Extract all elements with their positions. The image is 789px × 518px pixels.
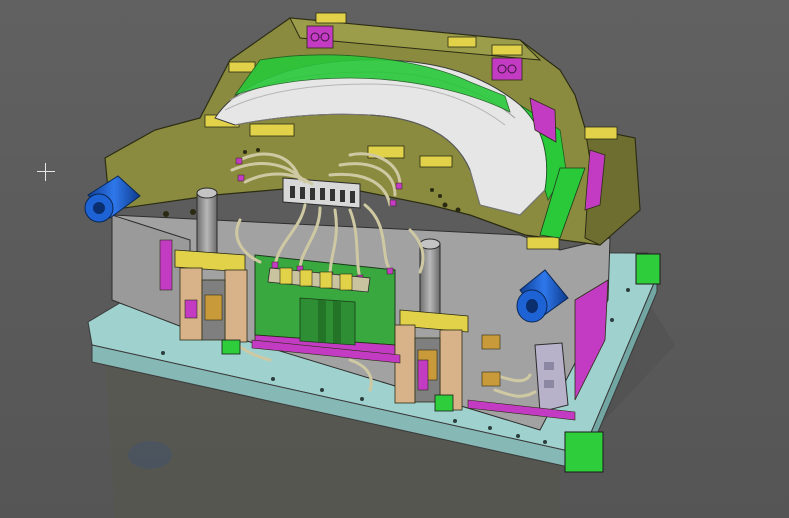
right-actuator-assembly[interactable]	[394, 309, 469, 412]
crosshair-cursor-icon	[37, 163, 55, 181]
corner-block[interactable]	[564, 431, 604, 473]
corner-block[interactable]	[635, 253, 661, 285]
mold-model-render[interactable]	[0, 0, 789, 518]
3d-viewport[interactable]	[0, 0, 789, 518]
